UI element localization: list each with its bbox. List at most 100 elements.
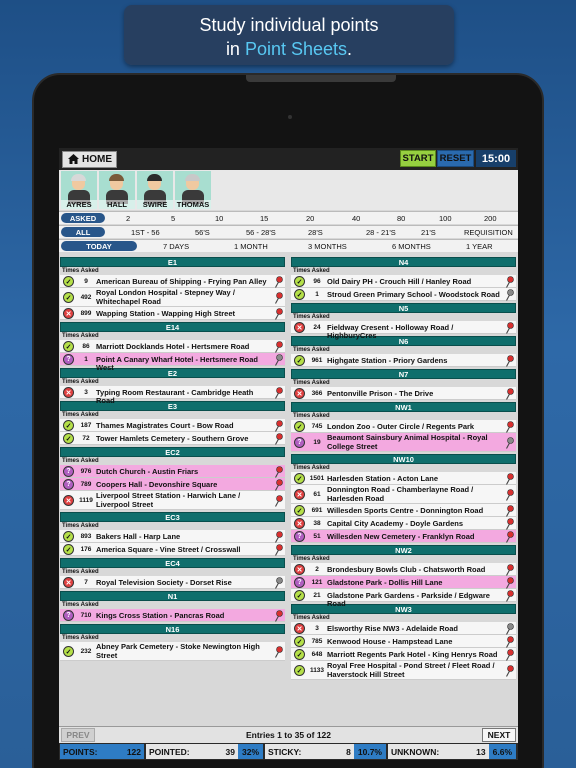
point-row[interactable]: ✕ 1119 Liverpool Street Station - Harwich …	[60, 491, 285, 510]
map-pin-icon[interactable]	[505, 472, 514, 485]
cross-icon[interactable]: ✕	[63, 308, 74, 319]
tick-icon[interactable]: ✓	[294, 649, 305, 660]
filter-option[interactable]: 3 MONTHS	[308, 242, 347, 251]
point-row[interactable]: ✕ 38 Capital City Academy - Doyle Gardens	[291, 517, 516, 530]
point-row[interactable]: ✕ 61 Donnington Road - Chamberlayne Road /…	[291, 485, 516, 504]
question-icon[interactable]: ?	[63, 610, 74, 621]
cross-icon[interactable]: ✕	[294, 564, 305, 575]
point-row[interactable]: ✓ 187 Thames Magistrates Court - Bow Road	[60, 419, 285, 432]
map-pin-icon[interactable]	[274, 543, 283, 556]
filter-option[interactable]: 6 MONTHS	[392, 242, 431, 251]
cross-icon[interactable]: ✕	[63, 577, 74, 588]
home-button[interactable]: HOME	[62, 150, 117, 168]
point-row[interactable]: ✕ 366 Pentonville Prison - The Drive	[291, 387, 516, 400]
filter-option[interactable]: 15	[260, 214, 268, 223]
point-row[interactable]: ✓ 176 America Square - Vine Street / Cross…	[60, 543, 285, 556]
filter-option[interactable]: 40	[352, 214, 360, 223]
point-row[interactable]: ✕ 3 Elsworthy Rise NW3 - Adelaide Road	[291, 622, 516, 635]
reset-button[interactable]: RESET	[437, 150, 474, 167]
tick-icon[interactable]: ✓	[63, 420, 74, 431]
map-pin-icon[interactable]	[274, 645, 283, 658]
avatar[interactable]: SWIRE	[137, 171, 173, 209]
map-pin-icon[interactable]	[274, 432, 283, 445]
map-pin-icon[interactable]	[274, 478, 283, 491]
point-row[interactable]: ? 51 Willesden New Cemetery - Franklyn Roa…	[291, 530, 516, 543]
tick-icon[interactable]: ✓	[294, 276, 305, 287]
filter-option[interactable]: 5	[171, 214, 175, 223]
point-row[interactable]: ✓ 1 Stroud Green Primary School - Woodstoc…	[291, 288, 516, 301]
map-pin-icon[interactable]	[274, 494, 283, 507]
filter-selected-asked[interactable]: ASKED	[61, 213, 105, 223]
question-icon[interactable]: ?	[63, 479, 74, 490]
point-row[interactable]: ✓ 9 American Bureau of Shipping - Frying P…	[60, 275, 285, 288]
tick-icon[interactable]: ✓	[63, 433, 74, 444]
avatar[interactable]: AYRES	[61, 171, 97, 209]
point-row[interactable]: ? 789 Coopers Hall - Devonshire Square	[60, 478, 285, 491]
point-row[interactable]: ✓ 21 Gladstone Park Gardens - Parkside / E…	[291, 589, 516, 608]
point-row[interactable]: ✓ 1133 Royal Free Hospital - Pond Street /…	[291, 661, 516, 680]
cross-icon[interactable]: ✕	[294, 518, 305, 529]
map-pin-icon[interactable]	[505, 576, 514, 589]
filter-option[interactable]: 80	[397, 214, 405, 223]
map-pin-icon[interactable]	[274, 307, 283, 320]
map-pin-icon[interactable]	[505, 275, 514, 288]
filter-option[interactable]: 56 - 28'S	[246, 228, 276, 237]
question-icon[interactable]: ?	[63, 354, 74, 365]
filter-option[interactable]: 28 - 21'S	[366, 228, 396, 237]
filter-selected-range[interactable]: ALL	[61, 227, 105, 237]
map-pin-icon[interactable]	[505, 488, 514, 501]
tick-icon[interactable]: ✓	[63, 646, 74, 657]
point-row[interactable]: ✓ 785 Kenwood House - Hampstead Lane	[291, 635, 516, 648]
filter-option[interactable]: 2	[126, 214, 130, 223]
point-row[interactable]: ✓ 961 Highgate Station - Priory Gardens	[291, 354, 516, 367]
filter-option[interactable]: 1 MONTH	[234, 242, 268, 251]
map-pin-icon[interactable]	[505, 387, 514, 400]
map-pin-icon[interactable]	[505, 622, 514, 635]
tick-icon[interactable]: ✓	[294, 505, 305, 516]
filter-option[interactable]: 7 DAYS	[163, 242, 189, 251]
tick-icon[interactable]: ✓	[294, 636, 305, 647]
filter-option[interactable]: 21'S	[421, 228, 436, 237]
map-pin-icon[interactable]	[505, 436, 514, 449]
point-row[interactable]: ✕ 3 Typing Room Restaurant - Cambridge Hea…	[60, 386, 285, 405]
filter-selected-period[interactable]: TODAY	[61, 241, 137, 251]
filter-option[interactable]: 28'S	[308, 228, 323, 237]
tick-icon[interactable]: ✓	[294, 473, 305, 484]
point-row[interactable]: ✓ 691 Willesden Sports Centre - Donnington…	[291, 504, 516, 517]
cross-icon[interactable]: ✕	[294, 388, 305, 399]
avatar[interactable]: HALL	[99, 171, 135, 209]
cross-icon[interactable]: ✕	[63, 495, 74, 506]
point-row[interactable]: ? 710 Kings Cross Station - Pancras Road	[60, 609, 285, 622]
filter-option[interactable]: 56'S	[195, 228, 210, 237]
tick-icon[interactable]: ✓	[63, 276, 74, 287]
map-pin-icon[interactable]	[274, 465, 283, 478]
next-button[interactable]: NEXT	[482, 728, 516, 742]
map-pin-icon[interactable]	[274, 386, 283, 399]
point-row[interactable]: ? 19 Beaumont Sainsbury Animal Hospital - …	[291, 433, 516, 452]
cross-icon[interactable]: ✕	[294, 623, 305, 634]
filter-option[interactable]: 200	[484, 214, 497, 223]
filter-option[interactable]: 10	[215, 214, 223, 223]
tick-icon[interactable]: ✓	[294, 590, 305, 601]
point-row[interactable]: ✓ 492 Royal London Hospital - Stepney Way …	[60, 288, 285, 307]
point-row[interactable]: ? 121 Gladstone Park - Dollis Hill Lane	[291, 576, 516, 589]
map-pin-icon[interactable]	[505, 504, 514, 517]
filter-option[interactable]: REQUISITION	[464, 228, 513, 237]
point-row[interactable]: ✓ 648 Marriott Regents Park Hotel - King H…	[291, 648, 516, 661]
question-icon[interactable]: ?	[294, 437, 305, 448]
point-row[interactable]: ✓ 232 Abney Park Cemetery - Stoke Newingto…	[60, 642, 285, 661]
map-pin-icon[interactable]	[505, 288, 514, 301]
tick-icon[interactable]: ✓	[294, 665, 305, 676]
map-pin-icon[interactable]	[274, 419, 283, 432]
filter-option[interactable]: 100	[439, 214, 452, 223]
point-row[interactable]: ✕ 899 Wapping Station - Wapping High Stree…	[60, 307, 285, 320]
map-pin-icon[interactable]	[505, 517, 514, 530]
map-pin-icon[interactable]	[505, 589, 514, 602]
map-pin-icon[interactable]	[505, 420, 514, 433]
map-pin-icon[interactable]	[274, 353, 283, 366]
map-pin-icon[interactable]	[274, 576, 283, 589]
point-row[interactable]: ? 976 Dutch Church - Austin Friars	[60, 465, 285, 478]
point-row[interactable]: ? 1 Point A Canary Wharf Hotel - Hertsmere…	[60, 353, 285, 372]
question-icon[interactable]: ?	[63, 466, 74, 477]
question-icon[interactable]: ?	[294, 577, 305, 588]
